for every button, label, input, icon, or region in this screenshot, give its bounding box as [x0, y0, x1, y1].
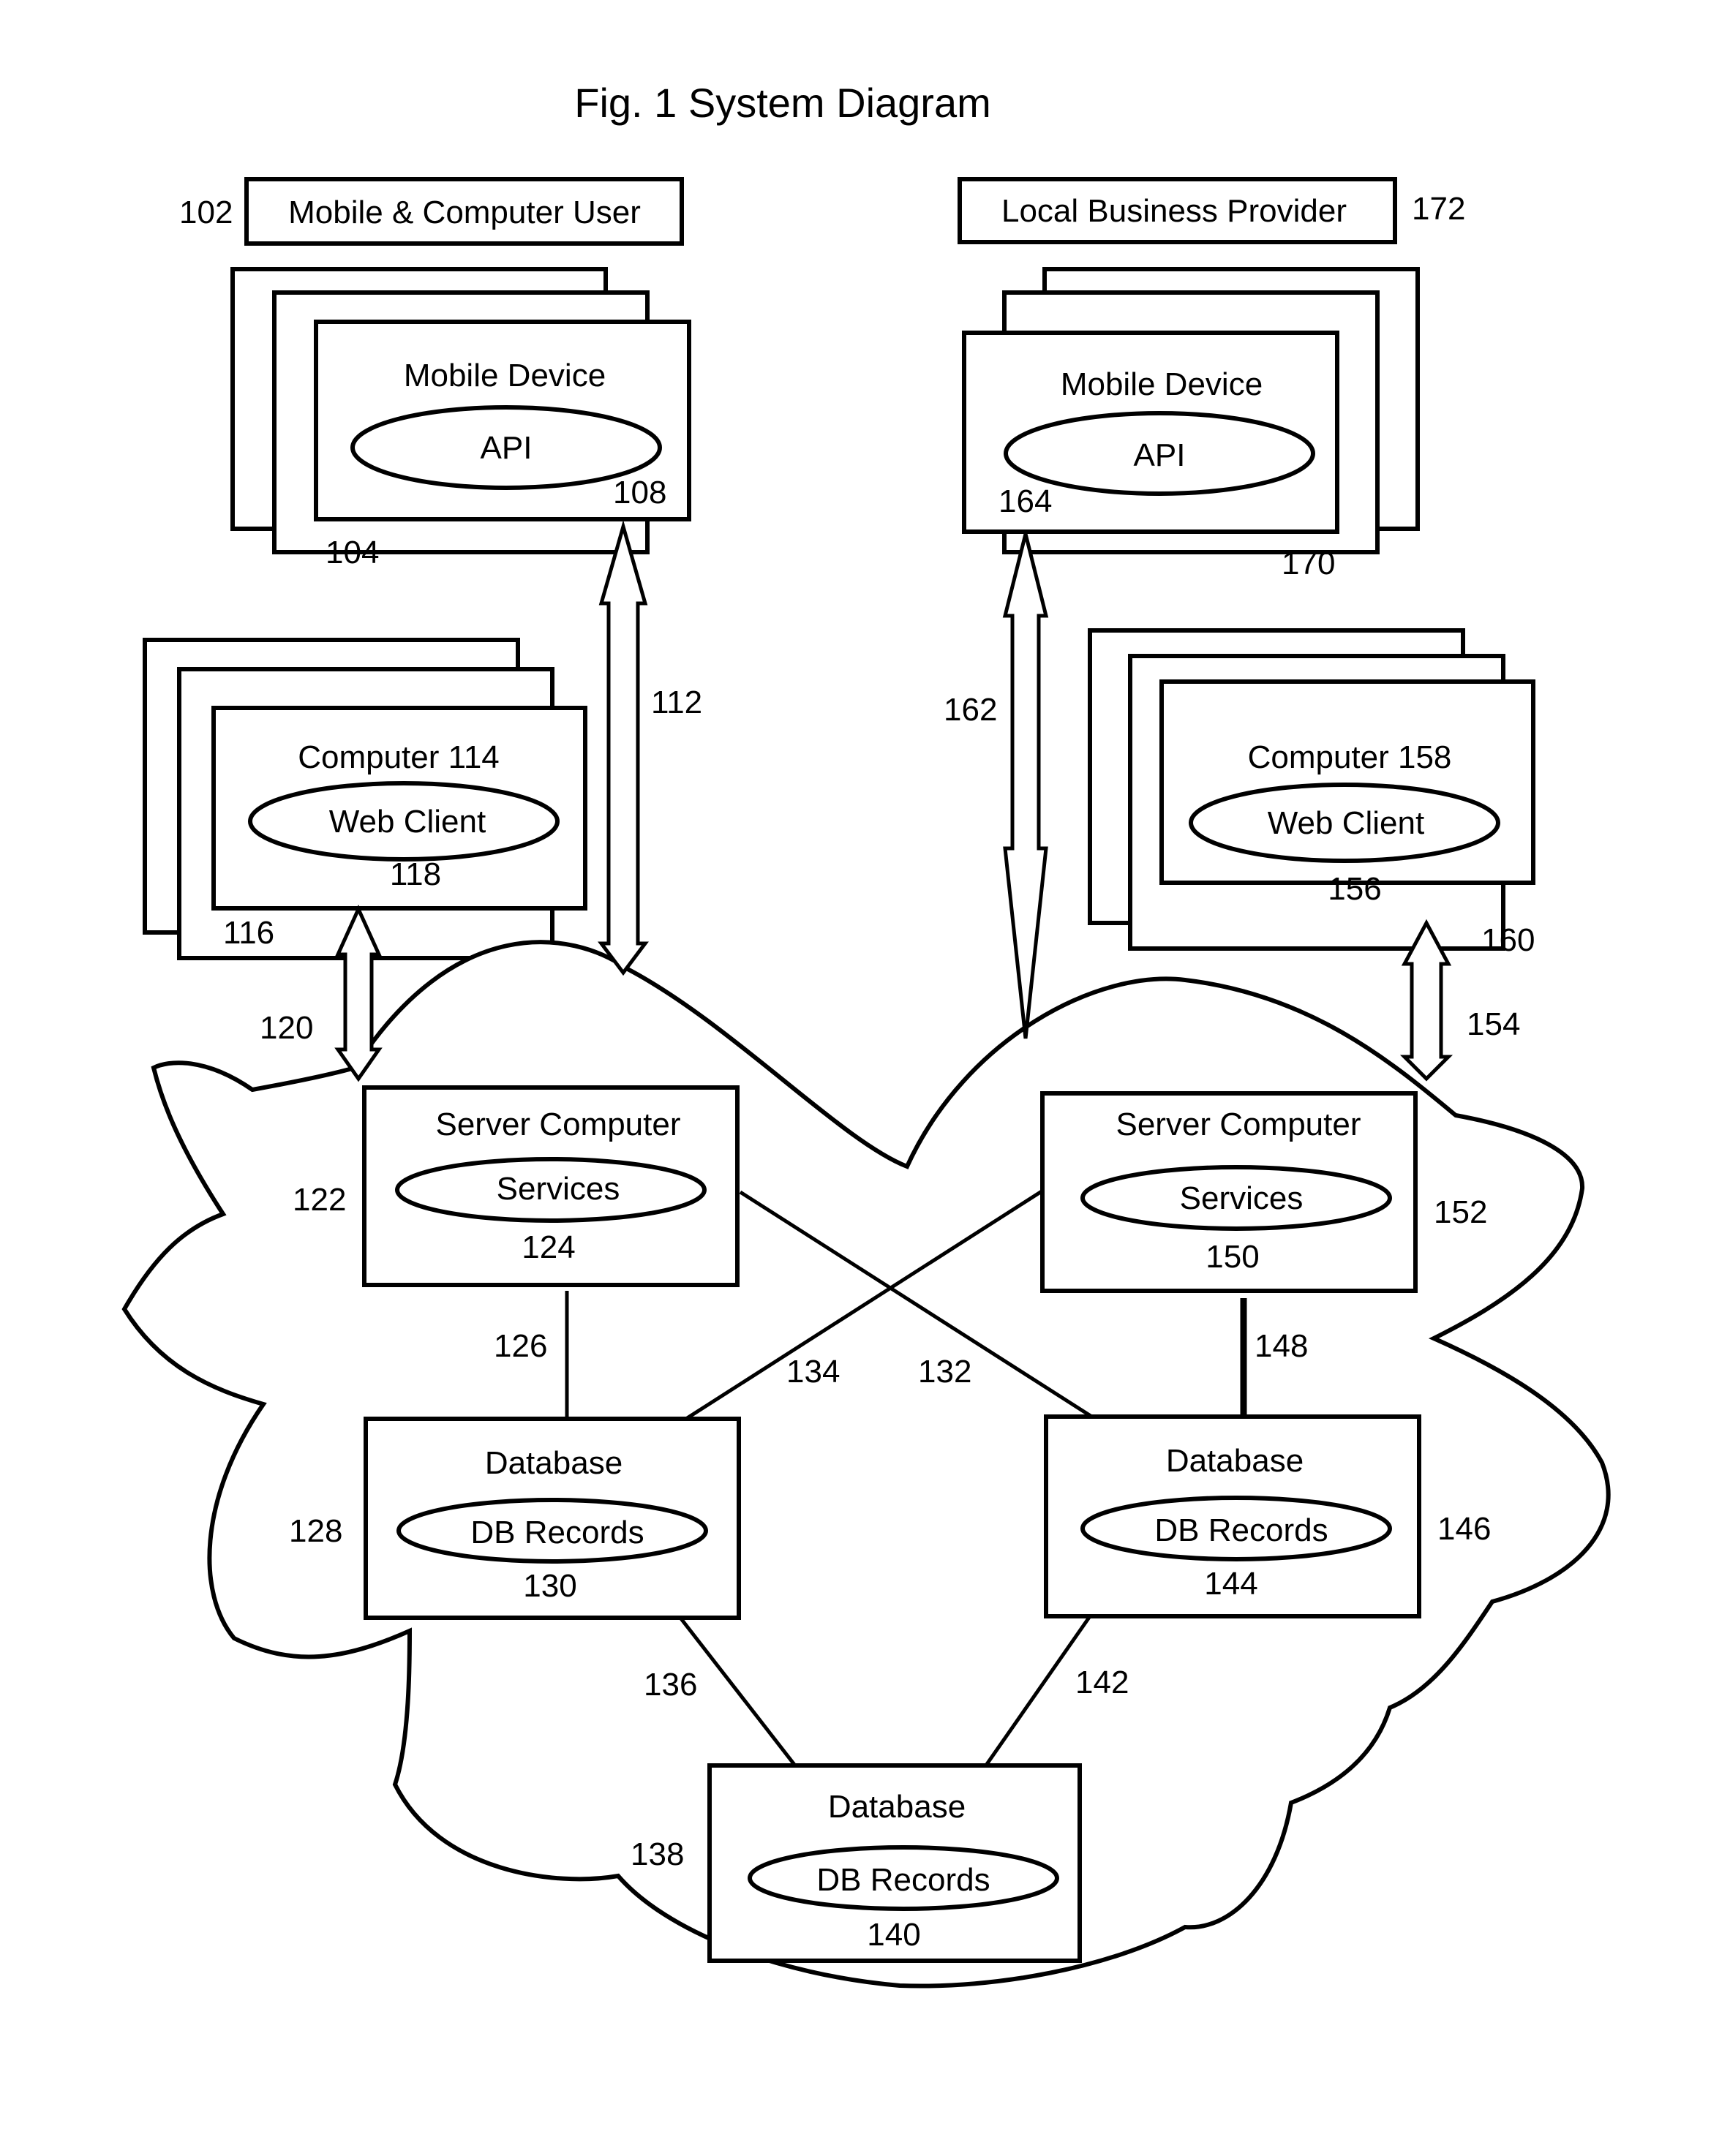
connection-provider-mobile: 162 [944, 533, 1049, 1039]
user-computer-title: Computer 114 [298, 739, 500, 775]
provider-api-label: API [1134, 437, 1186, 473]
ref-126: 126 [494, 1328, 547, 1364]
database-left-title: Database [485, 1445, 623, 1481]
system-diagram: Fig. 1 System Diagram Mobile & Computer … [121, 80, 1611, 1989]
user-web-client-label: Web Client [329, 804, 486, 840]
ref-144: 144 [1204, 1566, 1257, 1602]
provider-mobile-device-stack: Mobile Device API 164 170 [962, 267, 1420, 581]
ref-102: 102 [179, 195, 233, 230]
ref-156: 156 [1328, 871, 1381, 907]
ref-130: 130 [523, 1568, 576, 1604]
database-right-records-label: DB Records [1154, 1512, 1328, 1548]
ref-134: 134 [786, 1354, 840, 1390]
ref-172: 172 [1412, 191, 1465, 227]
actor-user: Mobile & Computer User 102 [179, 177, 684, 246]
actor-provider: Local Business Provider 172 [958, 177, 1465, 244]
user-api-label: API [481, 430, 533, 466]
ref-138: 138 [631, 1836, 684, 1872]
double-arrow-162 [1002, 533, 1049, 1039]
provider-mobile-device-title: Mobile Device [1061, 366, 1263, 402]
ref-142: 142 [1075, 1665, 1129, 1700]
database-bottom-title: Database [828, 1789, 966, 1825]
user-mobile-device-stack: Mobile Device API 108 104 [230, 267, 691, 570]
actor-user-label: Mobile & Computer User [288, 195, 641, 230]
ref-132: 132 [918, 1354, 971, 1390]
provider-web-client-label: Web Client [1268, 805, 1424, 841]
double-arrow-112 [598, 519, 649, 976]
ref-140: 140 [867, 1917, 920, 1953]
server-right-services-label: Services [1180, 1180, 1304, 1216]
figure-title: Fig. 1 System Diagram [574, 80, 991, 126]
ref-128: 128 [289, 1513, 342, 1549]
provider-computer-stack: Computer 158 Web Client 156 160 [1088, 628, 1535, 958]
ref-154: 154 [1467, 1006, 1520, 1042]
ref-112: 112 [651, 685, 702, 720]
server-right-title: Server Computer [1116, 1107, 1361, 1142]
ref-120: 120 [260, 1010, 313, 1046]
ref-170: 170 [1282, 546, 1335, 581]
ref-164: 164 [998, 483, 1052, 519]
user-computer-stack: Computer 114 Web Client 118 116 [143, 638, 587, 960]
ref-162: 162 [944, 692, 997, 728]
ref-108: 108 [613, 475, 666, 510]
ref-148: 148 [1255, 1328, 1308, 1364]
ref-146: 146 [1437, 1511, 1491, 1547]
ref-124: 124 [522, 1229, 575, 1265]
ref-136: 136 [644, 1667, 697, 1703]
user-mobile-device-title: Mobile Device [404, 358, 606, 393]
ref-122: 122 [293, 1182, 346, 1218]
server-left-services-label: Services [497, 1171, 620, 1207]
ref-152: 152 [1434, 1194, 1487, 1230]
database-bottom-records-label: DB Records [816, 1862, 990, 1898]
ref-150: 150 [1206, 1239, 1259, 1275]
ref-116: 116 [223, 915, 274, 951]
connection-user-mobile: 112 [598, 519, 702, 976]
ref-118: 118 [390, 856, 441, 892]
actor-provider-label: Local Business Provider [1001, 193, 1347, 229]
ref-160: 160 [1481, 922, 1535, 958]
database-left-records-label: DB Records [470, 1515, 644, 1550]
ref-104: 104 [326, 535, 379, 570]
server-left-title: Server Computer [435, 1107, 680, 1142]
provider-computer-title: Computer 158 [1248, 739, 1452, 775]
database-right-title: Database [1166, 1443, 1304, 1479]
